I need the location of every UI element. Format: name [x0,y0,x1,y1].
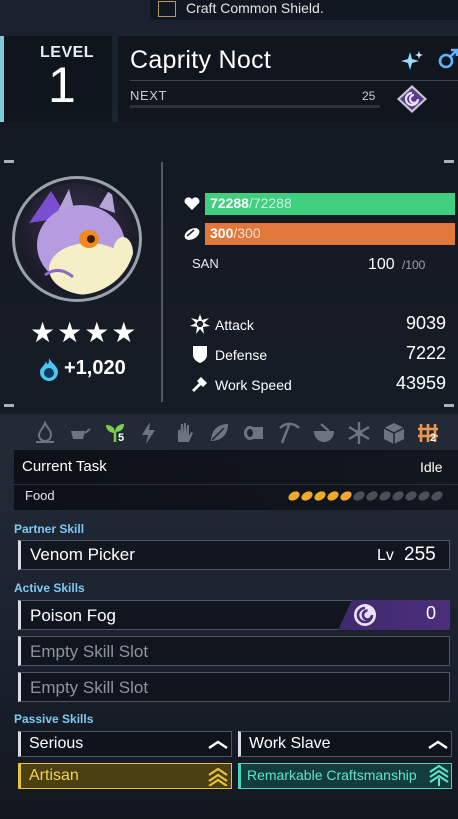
attack-label: Attack [215,317,254,333]
food-pip-empty [379,491,391,501]
passive-skill-4-name: Remarkable Craftsmanship [247,767,417,783]
planting-level: 5 [118,432,125,444]
panel-corner-mark [4,160,14,163]
current-task-label: Current Task [22,458,107,475]
attack-icon [190,314,210,334]
work-speed-icon [192,377,207,392]
pal-portrait [19,183,135,295]
farming-icon[interactable] [416,420,442,446]
panel-corner-mark [444,404,454,407]
passive-skill-1-name: Serious [29,735,84,752]
food-pip-filled [314,491,326,501]
next-exp-value: 25 [362,89,376,103]
food-pip-empty [392,491,404,501]
craft-notice-label: Craft Common Shield. [186,0,324,16]
food-meter [288,491,443,501]
passive-skill-3-name: Artisan [29,767,79,784]
work-speed-value: 43959 [395,373,446,393]
pal-name[interactable]: Caprity Noct [130,46,271,75]
panel-corner-mark [4,404,14,407]
soul-value: +1,020 [64,357,126,379]
soul-flame-icon [40,358,58,381]
active-skill-3-empty: Empty Skill Slot [30,678,149,697]
san-label: SAN [192,256,219,271]
electricity-icon[interactable] [136,420,162,446]
satiety-text: 300/300 [210,225,261,241]
active-skill-2-empty: Empty Skill Slot [30,642,149,661]
dark-element-icon [397,85,427,113]
food-pip-filled [288,491,300,501]
rank-up-double-gold-icon [208,767,228,786]
food-pip-filled [340,491,352,501]
defense-shield-icon [193,346,207,363]
farming-level: 2 [430,432,437,444]
work-suitability-row: 5 2 [30,420,450,450]
passive-skill-2-name: Work Slave [249,735,331,752]
san-value: 100 [368,256,395,273]
food-pip-empty [431,491,443,501]
kindling-icon[interactable] [32,420,58,446]
hp-text: 72288/72288 [210,195,292,211]
heart-icon [184,197,200,210]
passive-skills-title: Passive Skills [14,712,94,726]
san-max: /100 [402,258,426,272]
watering-icon[interactable] [66,420,92,446]
work-speed-label: Work Speed [215,377,292,393]
food-pip-filled [301,491,313,501]
attack-value: 9039 [405,313,446,333]
transporting-icon[interactable] [381,420,407,446]
partner-skill-name: Venom Picker [30,545,135,564]
current-task-value: Idle [420,459,443,475]
partner-skill-lv-value: 255 [404,544,436,565]
food-pip-empty [405,491,417,501]
active-skill-1-name: Poison Fog [30,606,116,625]
active-skill-1-cooldown: 0 [426,603,437,623]
lumbering-icon[interactable] [241,420,267,446]
defense-label: Defense [215,347,268,363]
partner-skill-lv-label: Lv [377,547,394,564]
lucky-sparkle-icon [401,51,423,70]
exp-progress-bar [130,105,380,108]
gathering-icon[interactable] [206,420,232,446]
name-divider [130,80,458,81]
rank-up-triple-teal-icon [429,764,449,786]
satiety-icon [184,228,200,240]
male-gender-icon [438,48,458,69]
mining-icon[interactable] [276,420,302,446]
rarity-stars: ★★★★ [30,317,139,348]
cooling-icon[interactable] [346,420,372,446]
panel-corner-mark [444,160,454,163]
task-divider [14,484,458,485]
medicine-production-icon[interactable] [311,420,337,446]
rank-up-icon [428,740,448,749]
food-pip-empty [353,491,365,501]
level-value: 1 [48,57,76,113]
craft-checkbox[interactable] [158,1,176,17]
dark-element-icon [354,604,376,626]
rank-up-icon [208,740,228,749]
handiwork-icon[interactable] [171,420,197,446]
defense-value: 7222 [405,343,446,363]
food-pip-filled [327,491,339,501]
food-pip-empty [418,491,430,501]
next-label: NEXT [130,88,168,103]
active-skills-title: Active Skills [14,581,85,595]
food-label: Food [25,488,55,503]
stats-divider [161,162,163,402]
partner-skill-title: Partner Skill [14,522,85,536]
food-pip-empty [366,491,378,501]
